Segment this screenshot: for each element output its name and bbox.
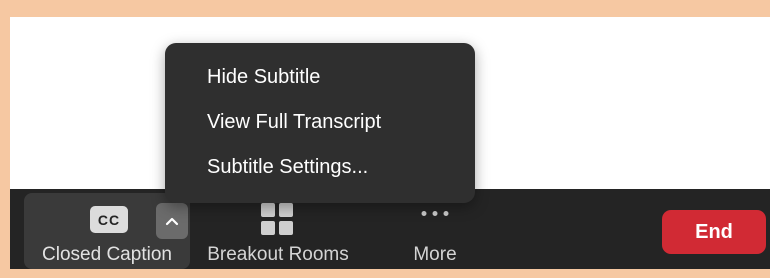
- closed-caption-label: Closed Caption: [42, 244, 172, 265]
- menu-item-subtitle-settings[interactable]: Subtitle Settings...: [165, 151, 475, 196]
- caption-options-menu: Hide Subtitle View Full Transcript Subti…: [165, 43, 475, 203]
- closed-caption-icon: CC: [90, 206, 128, 233]
- menu-item-hide-subtitle[interactable]: Hide Subtitle: [165, 61, 475, 106]
- menu-item-view-full-transcript[interactable]: View Full Transcript: [165, 106, 475, 151]
- chevron-up-icon: [165, 217, 179, 226]
- end-meeting-button[interactable]: End: [662, 210, 766, 254]
- more-label: More: [413, 244, 457, 265]
- meeting-window: Hide Subtitle View Full Transcript Subti…: [10, 17, 770, 269]
- grid-icon: [261, 203, 293, 235]
- caption-options-toggle[interactable]: [156, 203, 188, 239]
- ellipsis-icon: [421, 211, 449, 216]
- breakout-rooms-label: Breakout Rooms: [207, 244, 349, 265]
- closed-caption-button[interactable]: CC Closed Caption: [24, 193, 190, 269]
